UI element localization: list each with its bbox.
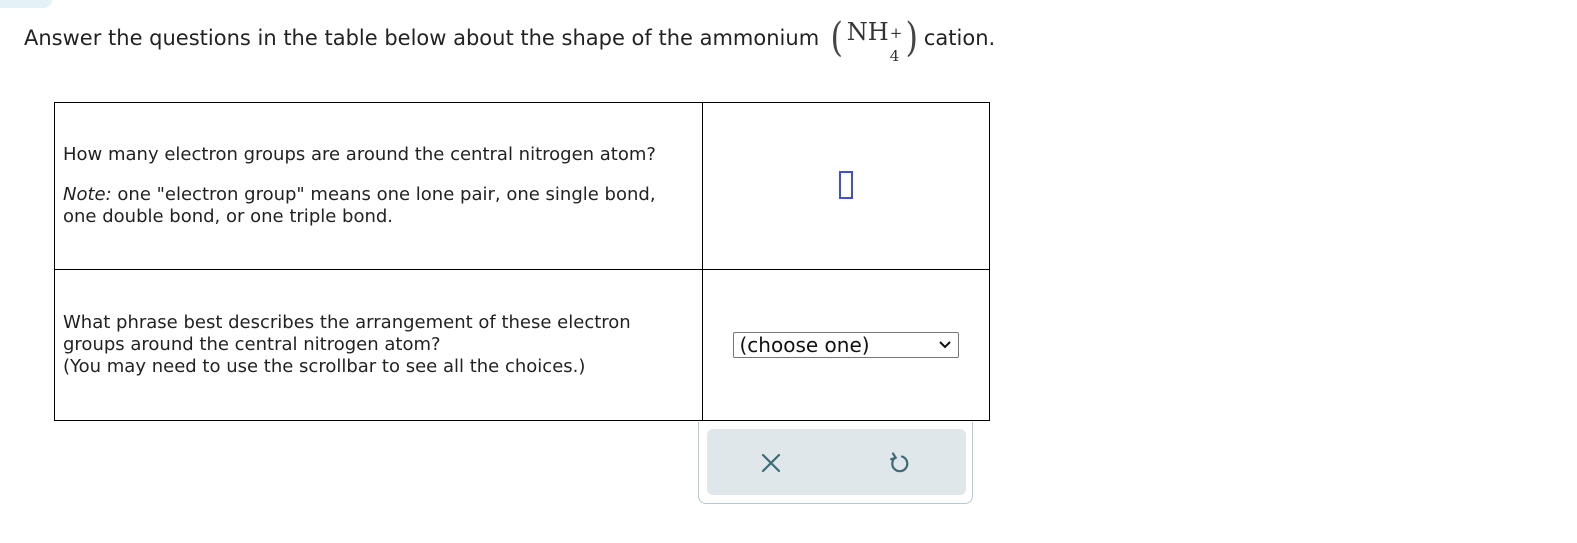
note-paragraph: Note: one "electron group" means one lon… (63, 184, 694, 228)
note-text: one "electron group" means one lone pair… (63, 184, 656, 227)
question-cell: What phrase best describes the arrangeme… (54, 269, 703, 421)
formula-open-paren: ( (830, 15, 844, 61)
ammonium-formula: ( NH + 4 ) (829, 15, 920, 64)
formula-subscript: 4 (889, 47, 900, 65)
toolbar-panel (707, 429, 966, 495)
electron-groups-input[interactable] (839, 170, 853, 199)
question-prompt: Answer the questions in the table below … (24, 12, 995, 64)
arrangement-select[interactable]: (choose one) (732, 332, 959, 358)
formula-close-paren: ) (905, 15, 919, 61)
question-table: How many electron groups are around the … (54, 102, 990, 421)
note-label: Note: (63, 184, 112, 205)
close-icon (761, 453, 781, 473)
scrollbar-hint: (You may need to use the scrollbar to se… (63, 356, 586, 377)
chevron-down-icon (938, 340, 952, 350)
answer-toolbar (698, 422, 973, 504)
clear-button[interactable] (758, 450, 784, 476)
prompt-text-before: Answer the questions in the table below … (24, 26, 820, 50)
question-cell: How many electron groups are around the … (54, 102, 703, 270)
undo-icon (890, 452, 909, 473)
formula-body: NH + 4 (846, 18, 903, 64)
table-row: How many electron groups are around the … (54, 102, 990, 270)
formula-charge: + (889, 24, 903, 42)
electron-groups-question: How many electron groups are around the … (63, 144, 656, 165)
answer-cell (702, 102, 990, 270)
answer-cell: (choose one) (702, 269, 990, 421)
arrangement-question: What phrase best describes the arrangeme… (63, 312, 631, 355)
formula-base: NH (846, 18, 889, 46)
prompt-text-after: cation. (923, 26, 996, 50)
formula-scripts: + 4 (889, 26, 903, 65)
table-row: What phrase best describes the arrangeme… (54, 269, 990, 421)
corner-tab (0, 0, 52, 8)
select-value: (choose one) (739, 333, 870, 357)
undo-button[interactable] (886, 450, 912, 476)
